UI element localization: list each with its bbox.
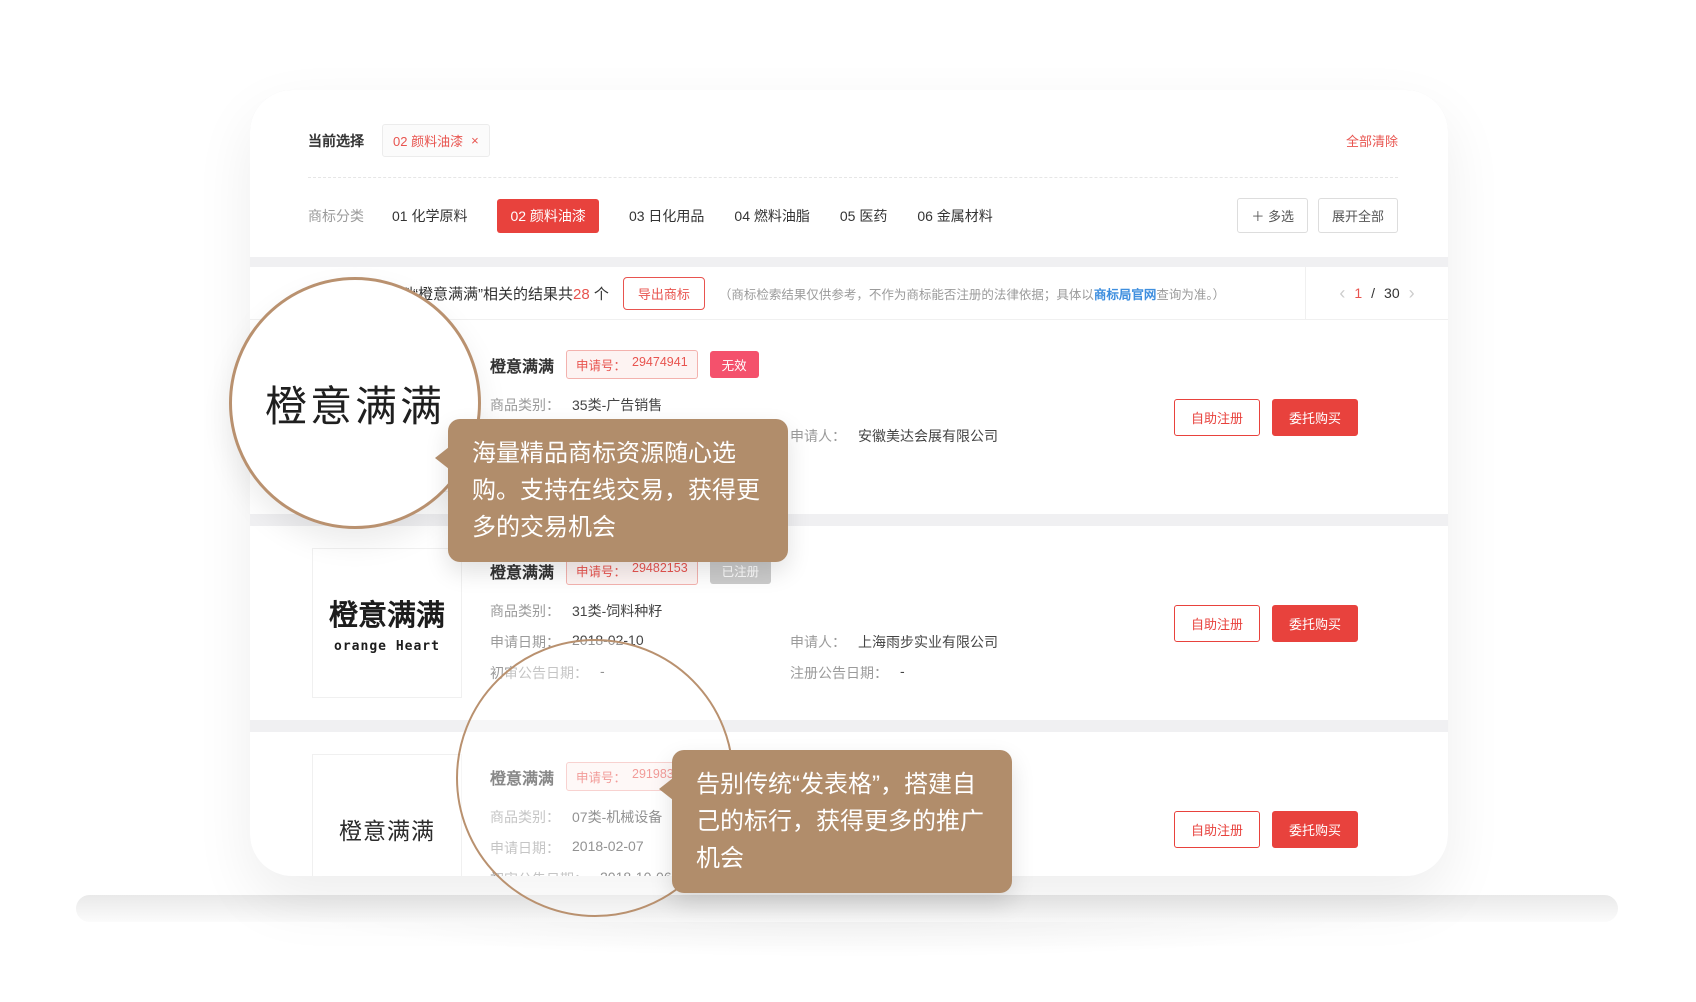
row-actions: 自助注册 委托购买: [1174, 811, 1358, 848]
laptop-base: [76, 895, 1618, 922]
filter-panel: 当前选择 02 颜料油漆 × 全部清除 商标分类 01 化学原料 02 颜料油漆…: [250, 90, 1448, 257]
category-04[interactable]: 04 燃料油脂: [734, 199, 809, 233]
entrust-buy-button[interactable]: 委托购买: [1272, 811, 1358, 848]
self-register-button[interactable]: 自助注册: [1174, 811, 1260, 848]
prev-page-icon[interactable]: ‹: [1339, 284, 1345, 302]
current-selection-row: 当前选择 02 颜料油漆 × 全部清除: [308, 124, 1398, 157]
magnified-trademark-text: 橙意满满: [265, 373, 445, 434]
multi-select-button[interactable]: ＋ 多选: [1237, 198, 1308, 233]
current-page: 1: [1354, 285, 1362, 301]
export-trademarks-button[interactable]: 导出商标: [623, 277, 705, 310]
category-label: 商标分类: [308, 206, 364, 226]
field-label: 商品类别：: [490, 395, 560, 415]
tooltip-marketplace-text: 海量精品商标资源随心选购。支持在线交易，获得更多的交易机会: [472, 440, 760, 541]
clear-all-link[interactable]: 全部清除: [1346, 131, 1398, 150]
field-label: 注册公告日期：: [790, 663, 888, 683]
trademark-image-text: 橙意满满: [339, 812, 435, 846]
expand-all-button[interactable]: 展开全部: [1318, 198, 1398, 233]
tooltip-marketplace: 海量精品商标资源随心选购。支持在线交易，获得更多的交易机会: [448, 419, 788, 562]
category-06[interactable]: 06 金属材料: [917, 199, 992, 233]
field-value: 上海雨步实业有限公司: [858, 632, 998, 652]
trademark-name: 橙意满满: [490, 353, 554, 377]
application-number-tag: 申请号：29474941: [566, 350, 698, 379]
category-05[interactable]: 05 医药: [840, 199, 887, 233]
selected-filter-tag-label: 02 颜料油漆: [393, 131, 463, 150]
self-register-button[interactable]: 自助注册: [1174, 399, 1260, 436]
row-actions: 自助注册 委托购买: [1174, 399, 1358, 436]
field-value: 安徽美达会展有限公司: [858, 426, 998, 446]
trademark-image: 橙意满满: [312, 754, 462, 876]
magnifier-circle-1: 橙意满满: [229, 277, 481, 529]
close-icon[interactable]: ×: [471, 134, 479, 147]
trademark-office-link[interactable]: 商标局官网: [1094, 288, 1157, 302]
trademark-image: 橙意满满 orange Heart: [312, 548, 462, 698]
base-shadow: [300, 918, 1400, 958]
pagination: ‹ 1 / 30 ›: [1305, 267, 1448, 319]
disclaimer-note: （商标检索结果仅供参考，不作为商标能否注册的法律依据；具体以商标局官网查询为准。…: [719, 284, 1225, 303]
next-page-icon[interactable]: ›: [1409, 284, 1415, 302]
self-register-button[interactable]: 自助注册: [1174, 605, 1260, 642]
trademark-name: 橙意满满: [490, 559, 554, 583]
category-03[interactable]: 03 日化用品: [629, 199, 704, 233]
entrust-buy-button[interactable]: 委托购买: [1272, 605, 1358, 642]
status-badge-invalid: 无效: [710, 351, 759, 378]
category-row: 商标分类 01 化学原料 02 颜料油漆 03 日化用品 04 燃料油脂 05 …: [308, 178, 1398, 233]
row-actions: 自助注册 委托购买: [1174, 605, 1358, 642]
category-02-selected[interactable]: 02 颜料油漆: [497, 199, 598, 233]
tooltip-promotion-text: 告别传统“发表格”，搭建自己的标行，获得更多的推广机会: [696, 771, 984, 872]
trademark-image-text: 橙意满满: [329, 592, 445, 634]
total-pages: 30: [1384, 285, 1400, 301]
page: 当前选择 02 颜料油漆 × 全部清除 商标分类 01 化学原料 02 颜料油漆…: [0, 0, 1696, 1002]
trademark-image-subtext: orange Heart: [334, 639, 440, 654]
tooltip-promotion: 告别传统“发表格”，搭建自己的标行，获得更多的推广机会: [672, 750, 1012, 893]
current-selection-label: 当前选择: [308, 131, 364, 151]
field-label: 商品类别：: [490, 601, 560, 621]
category-01[interactable]: 01 化学原料: [392, 199, 467, 233]
field-value: -: [900, 663, 905, 683]
entrust-buy-button[interactable]: 委托购买: [1272, 399, 1358, 436]
result-row-2: 橙意满满 orange Heart 橙意满满 申请号：29482153 已注册 …: [250, 526, 1448, 720]
field-label: 申请人：: [790, 426, 846, 446]
selected-filter-tag[interactable]: 02 颜料油漆 ×: [382, 124, 490, 157]
field-value: 35类-广告销售: [572, 395, 662, 415]
page-separator: /: [1371, 285, 1375, 301]
field-label: 申请人：: [790, 632, 846, 652]
field-value: 31类-饲料种籽: [572, 601, 662, 621]
